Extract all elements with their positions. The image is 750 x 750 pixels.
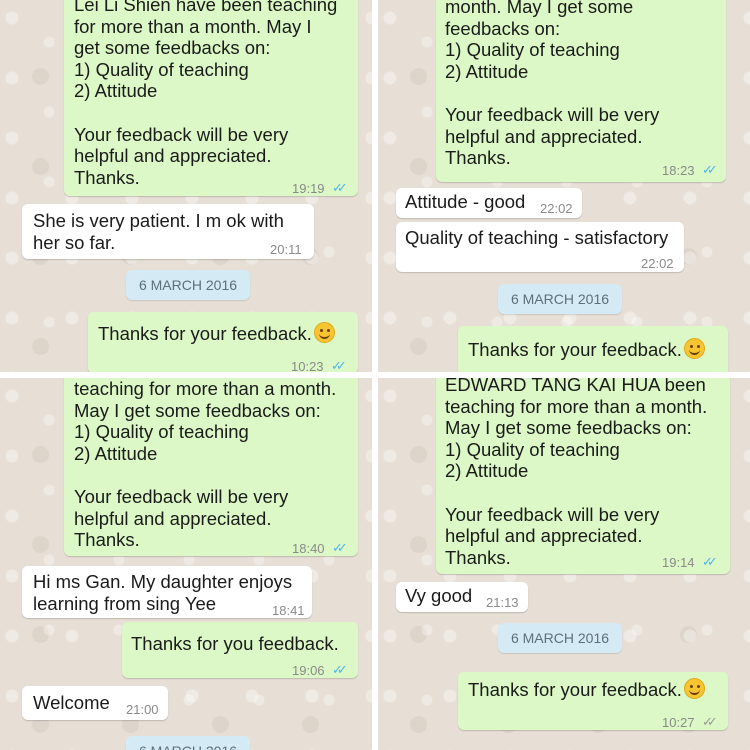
message-text: Welcome [33,692,110,713]
outgoing-message[interactable]: Lei Li Shien have been teaching for more… [64,0,358,196]
message-text: Thanks for your feedback. [468,338,705,361]
message-text: teaching for more than a month. May I ge… [74,378,337,551]
message-text-content: Thanks for your feedback. [468,679,682,700]
message-time: 21:00 [126,702,159,717]
message-text-content: Thanks for your feedback. [468,339,682,360]
message-text: Quality of teaching - satisfactory [405,227,669,248]
date-divider: 6 MARCH 2016 [498,623,622,653]
outgoing-message[interactable]: Thanks for your feedback. 10:23 ✓✓ [88,312,358,372]
chat-panel-4: EDWARD TANG KAI HUA been teaching for mo… [378,378,750,750]
double-check-blue-icon: ✓✓ [331,358,347,372]
chat-panel-2: month. May I get some feedbacks on: 1) Q… [378,0,750,372]
outgoing-message[interactable]: EDWARD TANG KAI HUA been teaching for mo… [436,378,730,574]
message-text: Thanks for you feedback. [131,633,339,654]
smiling-face-emoji-icon [313,322,335,343]
message-time: 22:02 [641,256,674,271]
incoming-message[interactable]: Attitude - good 22:02 [396,188,582,218]
outgoing-message[interactable]: Thanks for you feedback. 19:06 ✓✓ [122,622,358,678]
message-text-content: Thanks for your feedback. [98,323,312,344]
message-time: 18:40 [292,541,325,556]
message-time: 18:23 [662,163,695,178]
incoming-message[interactable]: Quality of teaching - satisfactory 22:02 [396,222,684,272]
incoming-message[interactable]: Hi ms Gan. My daughter enjoys learning f… [22,566,312,618]
incoming-message[interactable]: Welcome 21:00 [22,686,168,720]
message-time: 19:06 [292,663,325,678]
message-time: 10:27 [662,715,695,730]
message-time: 21:13 [486,595,519,610]
message-text: EDWARD TANG KAI HUA been teaching for mo… [445,378,708,568]
message-text: She is very patient. I m ok with her so … [33,210,284,253]
double-check-blue-icon: ✓✓ [702,162,718,177]
incoming-message[interactable]: Vy good 21:13 [396,582,528,612]
chat-panel-3: teaching for more than a month. May I ge… [0,378,372,750]
message-text: Thanks for your feedback. [468,678,705,701]
double-check-blue-icon: ✓✓ [332,540,348,555]
chat-panel-1: Lei Li Shien have been teaching for more… [0,0,372,372]
message-text: month. May I get some feedbacks on: 1) Q… [445,0,660,169]
outgoing-message[interactable]: Thanks for your feedback. 10:27 ✓✓ [458,672,728,730]
message-time: 18:41 [272,603,305,618]
message-time: 20:11 [270,242,302,257]
message-text: Hi ms Gan. My daughter enjoys learning f… [33,571,293,614]
outgoing-message[interactable]: month. May I get some feedbacks on: 1) Q… [436,0,726,182]
date-divider: 6 MARCH 2016 [126,736,250,750]
message-time: 10:23 [291,359,324,372]
message-time: 19:14 [662,555,695,570]
message-text: Thanks for your feedback. [98,322,335,345]
double-check-grey-icon: ✓✓ [702,714,718,729]
outgoing-message[interactable]: teaching for more than a month. May I ge… [64,378,358,556]
outgoing-message[interactable]: Thanks for your feedback. [458,326,728,372]
smiling-face-emoji-icon [683,338,705,359]
date-divider: 6 MARCH 2016 [126,270,250,300]
date-divider: 6 MARCH 2016 [498,284,622,314]
message-text: Vy good [405,585,473,606]
incoming-message[interactable]: She is very patient. I m ok with her so … [22,204,314,259]
double-check-blue-icon: ✓✓ [332,662,348,677]
smiling-face-emoji-icon [683,678,705,699]
message-time: 19:19 [292,181,325,196]
message-time: 22:02 [540,201,573,216]
double-check-blue-icon: ✓✓ [332,180,348,195]
double-check-blue-icon: ✓✓ [702,554,718,569]
message-text: Attitude - good [405,191,526,212]
message-text: Lei Li Shien have been teaching for more… [74,0,338,188]
